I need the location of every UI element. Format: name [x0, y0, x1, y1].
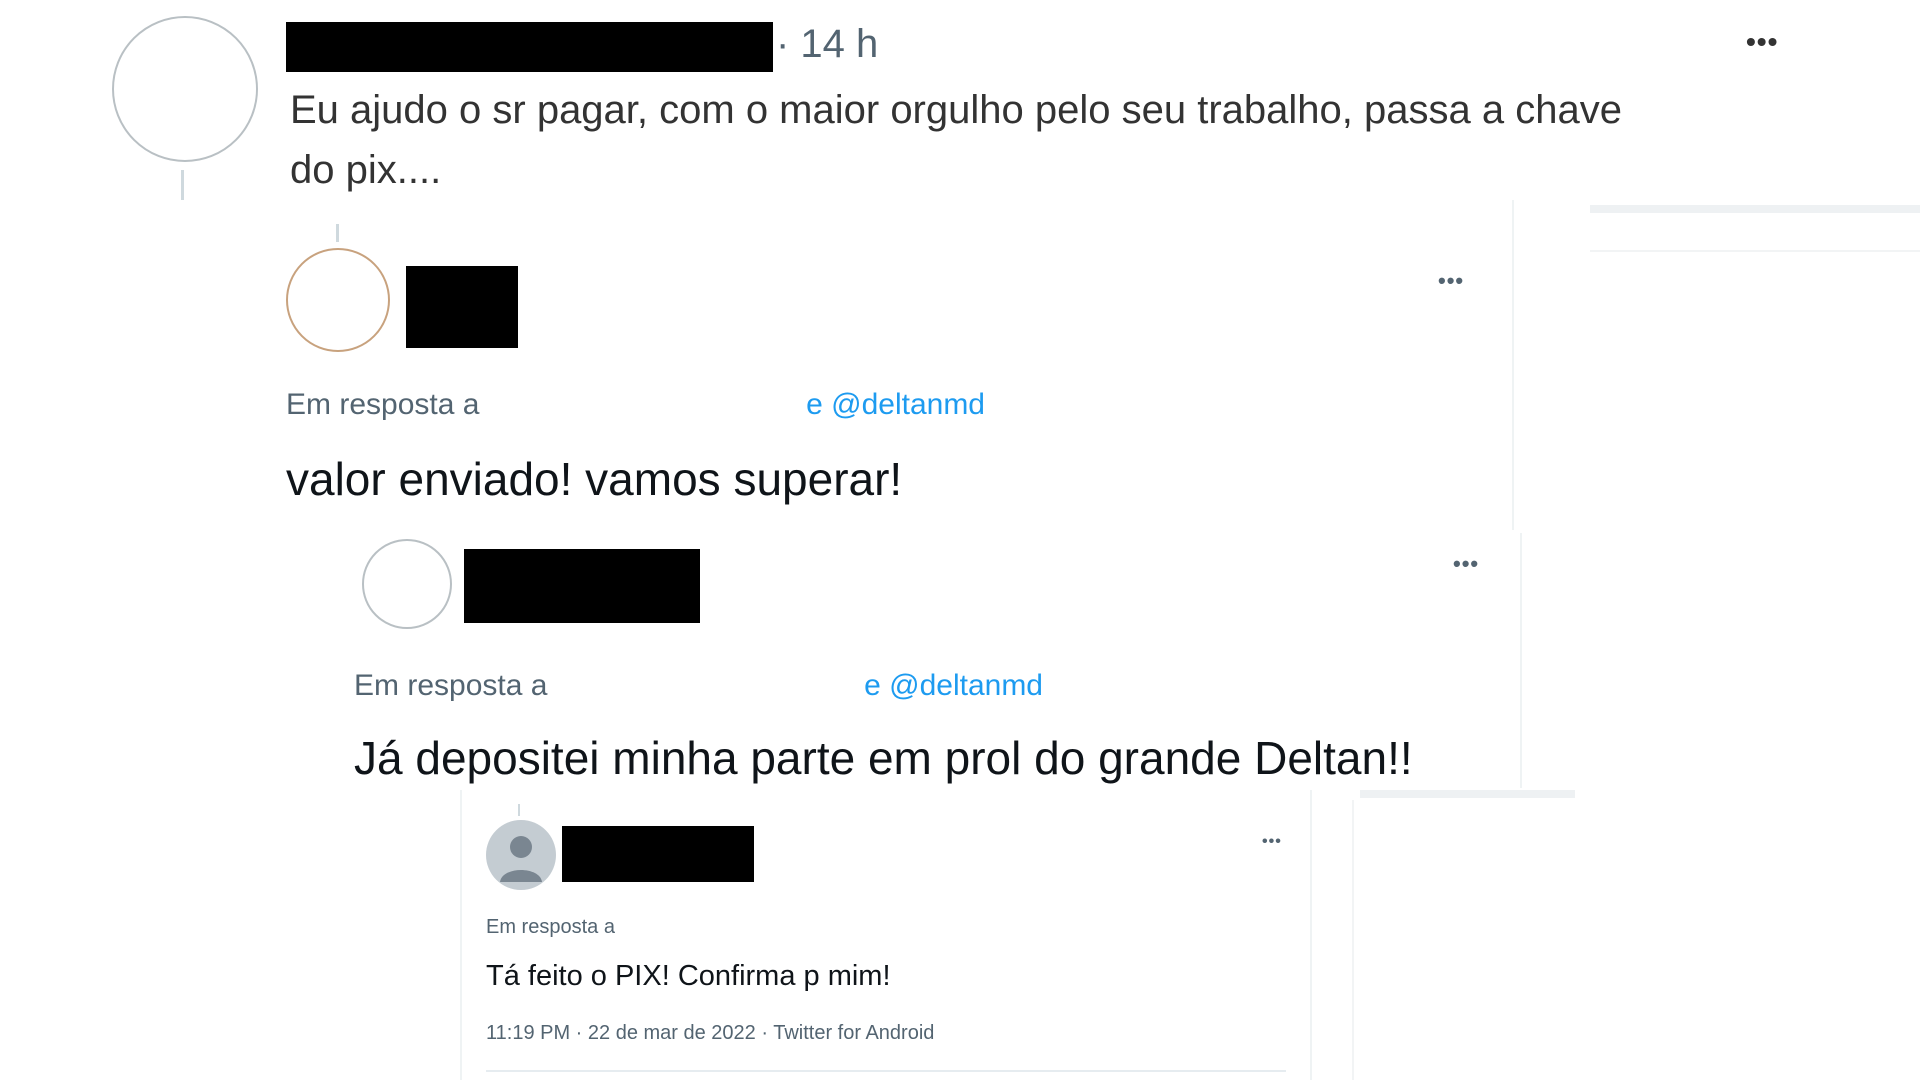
avatar[interactable]: [112, 16, 258, 162]
tweet-card-original: · 14 h ••• Eu ajudo o sr pagar, com o ma…: [60, 0, 1850, 200]
redacted-username: [464, 549, 700, 623]
more-options-icon[interactable]: •••: [1453, 553, 1479, 575]
thread-connector: [518, 804, 520, 816]
default-profile-icon[interactable]: [486, 820, 556, 890]
reply-text: valor enviado! vamos superar!: [286, 453, 903, 505]
redacted-username: [562, 826, 754, 882]
reply-to-handle-link[interactable]: e @deltanmd: [864, 669, 1043, 702]
tweet-text-line-1: Eu ajudo o sr pagar, com o maior orgulho…: [290, 88, 1622, 132]
avatar[interactable]: [362, 539, 452, 629]
thread-connector: [181, 170, 184, 200]
tweet-metadata[interactable]: 11:19 PM · 22 de mar de 2022 · Twitter f…: [486, 1022, 934, 1045]
tweet-timestamp[interactable]: · 14 h: [776, 22, 878, 67]
background-card-edge: [1590, 250, 1920, 252]
divider: [486, 1070, 1286, 1072]
person-silhouette-icon: [500, 836, 542, 882]
redacted-username: [406, 266, 518, 348]
more-options-icon[interactable]: •••: [1746, 28, 1778, 56]
background-card-edge: [1352, 800, 1354, 1080]
reply-card-1: ••• Em resposta a e @deltanmd valor envi…: [250, 200, 1514, 530]
reply-text: Já depositei minha parte em prol do gran…: [354, 732, 1413, 784]
background-card-edge: [1590, 205, 1920, 213]
more-options-icon[interactable]: •••: [1438, 270, 1464, 292]
reply-to-prefix: Em resposta a: [286, 388, 480, 421]
more-options-icon[interactable]: •••: [1262, 834, 1282, 850]
reply-to-prefix: Em resposta a: [486, 916, 615, 938]
redacted-username: [286, 22, 773, 72]
reply-card-3: ••• Em resposta a Tá feito o PIX! Confir…: [460, 790, 1312, 1080]
reply-text: Tá feito o PIX! Confirma p mim!: [486, 960, 891, 992]
reply-to-line: Em resposta a e @deltanmd: [354, 669, 1043, 703]
avatar[interactable]: [286, 248, 390, 352]
tweet-text-line-2: do pix....: [290, 148, 442, 192]
reply-to-prefix: Em resposta a: [354, 669, 548, 702]
reply-to-handle-link[interactable]: e @deltanmd: [806, 388, 985, 421]
reply-card-2: ••• Em resposta a e @deltanmd Já deposit…: [320, 533, 1522, 788]
reply-to-line: Em resposta a e @deltanmd: [286, 388, 985, 422]
thread-connector: [336, 224, 339, 242]
background-card-edge: [1360, 790, 1575, 798]
